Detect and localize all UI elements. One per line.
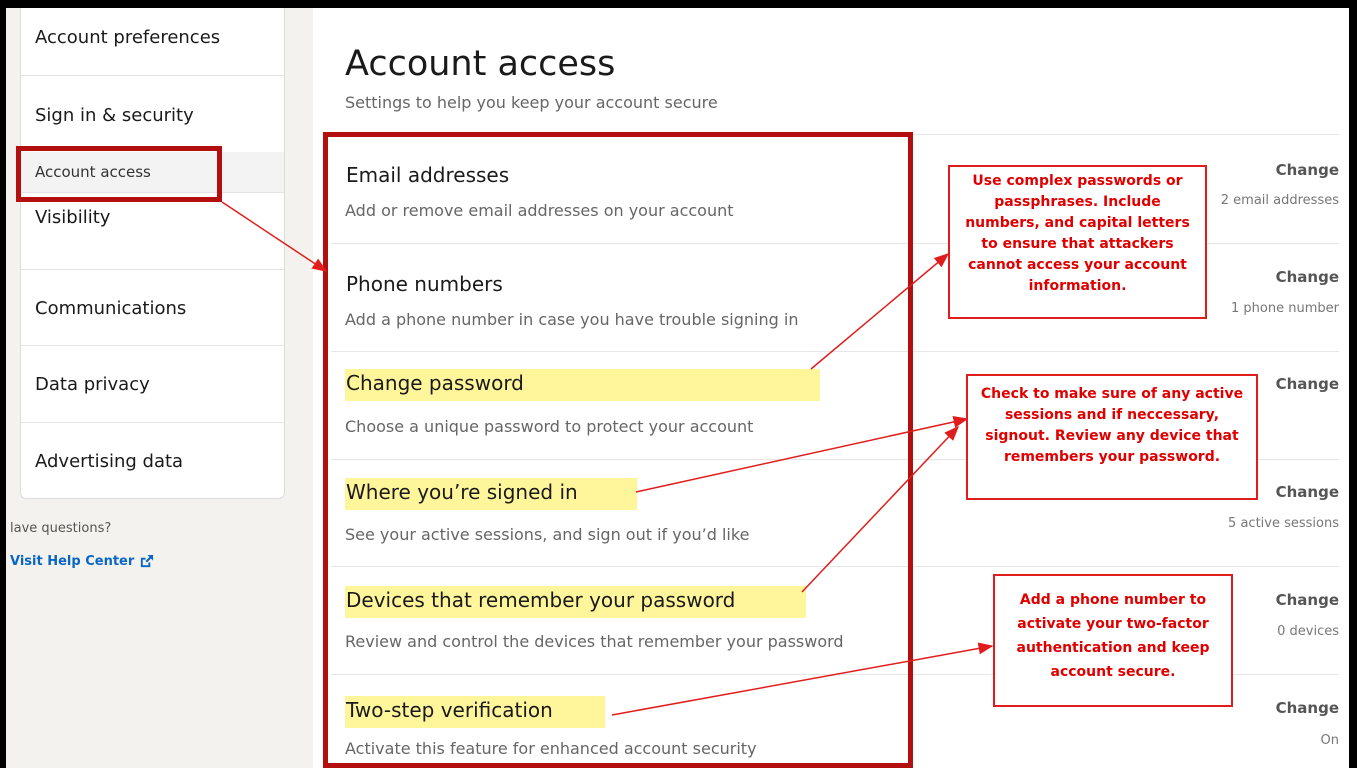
change-button[interactable]: Change <box>1276 483 1339 501</box>
sidebar-item-advertising-data[interactable]: Advertising data <box>21 423 284 498</box>
account-access-highlight-box <box>16 146 222 202</box>
two-factor-tip-note: Add a phone number to activate your two-… <box>993 574 1233 707</box>
change-button[interactable]: Change <box>1276 591 1339 609</box>
sidebar-item-sign-in-security[interactable]: Sign in & security <box>21 76 284 152</box>
sidebar-item-account-preferences[interactable]: Account preferences <box>21 8 284 76</box>
change-button[interactable]: Change <box>1276 375 1339 393</box>
change-button[interactable]: Change <box>1276 161 1339 179</box>
setting-status: 5 active sessions <box>1228 516 1339 531</box>
setting-status: 2 email addresses <box>1220 193 1339 208</box>
sessions-tip-note: Check to make sure of any active session… <box>966 374 1258 500</box>
external-link-icon <box>140 554 153 568</box>
setting-status: 0 devices <box>1277 624 1339 639</box>
sidebar-item-visibility[interactable]: Visibility <box>21 193 284 270</box>
sidebar: Account preferences Sign in & security A… <box>6 8 313 768</box>
change-button[interactable]: Change <box>1276 699 1339 717</box>
screenshot-frame: Account preferences Sign in & security A… <box>6 8 1349 768</box>
change-button[interactable]: Change <box>1276 268 1339 286</box>
sidebar-item-communications[interactable]: Communications <box>21 270 284 346</box>
sidebar-item-data-privacy[interactable]: Data privacy <box>21 346 284 423</box>
password-tip-note: Use complex passwords or passphrases. In… <box>948 165 1207 319</box>
help-question-text: lave questions? <box>10 521 112 536</box>
help-center-link[interactable]: Visit Help Center <box>10 554 154 569</box>
page-title: Account access <box>345 44 616 84</box>
setting-status: 1 phone number <box>1231 301 1339 316</box>
page-subtitle: Settings to help you keep your account s… <box>345 93 718 112</box>
settings-nav-card: Account preferences Sign in & security A… <box>20 8 285 499</box>
setting-status: On <box>1320 733 1339 748</box>
help-center-link-label: Visit Help Center <box>10 554 135 569</box>
settings-list-highlight-box <box>323 132 913 768</box>
